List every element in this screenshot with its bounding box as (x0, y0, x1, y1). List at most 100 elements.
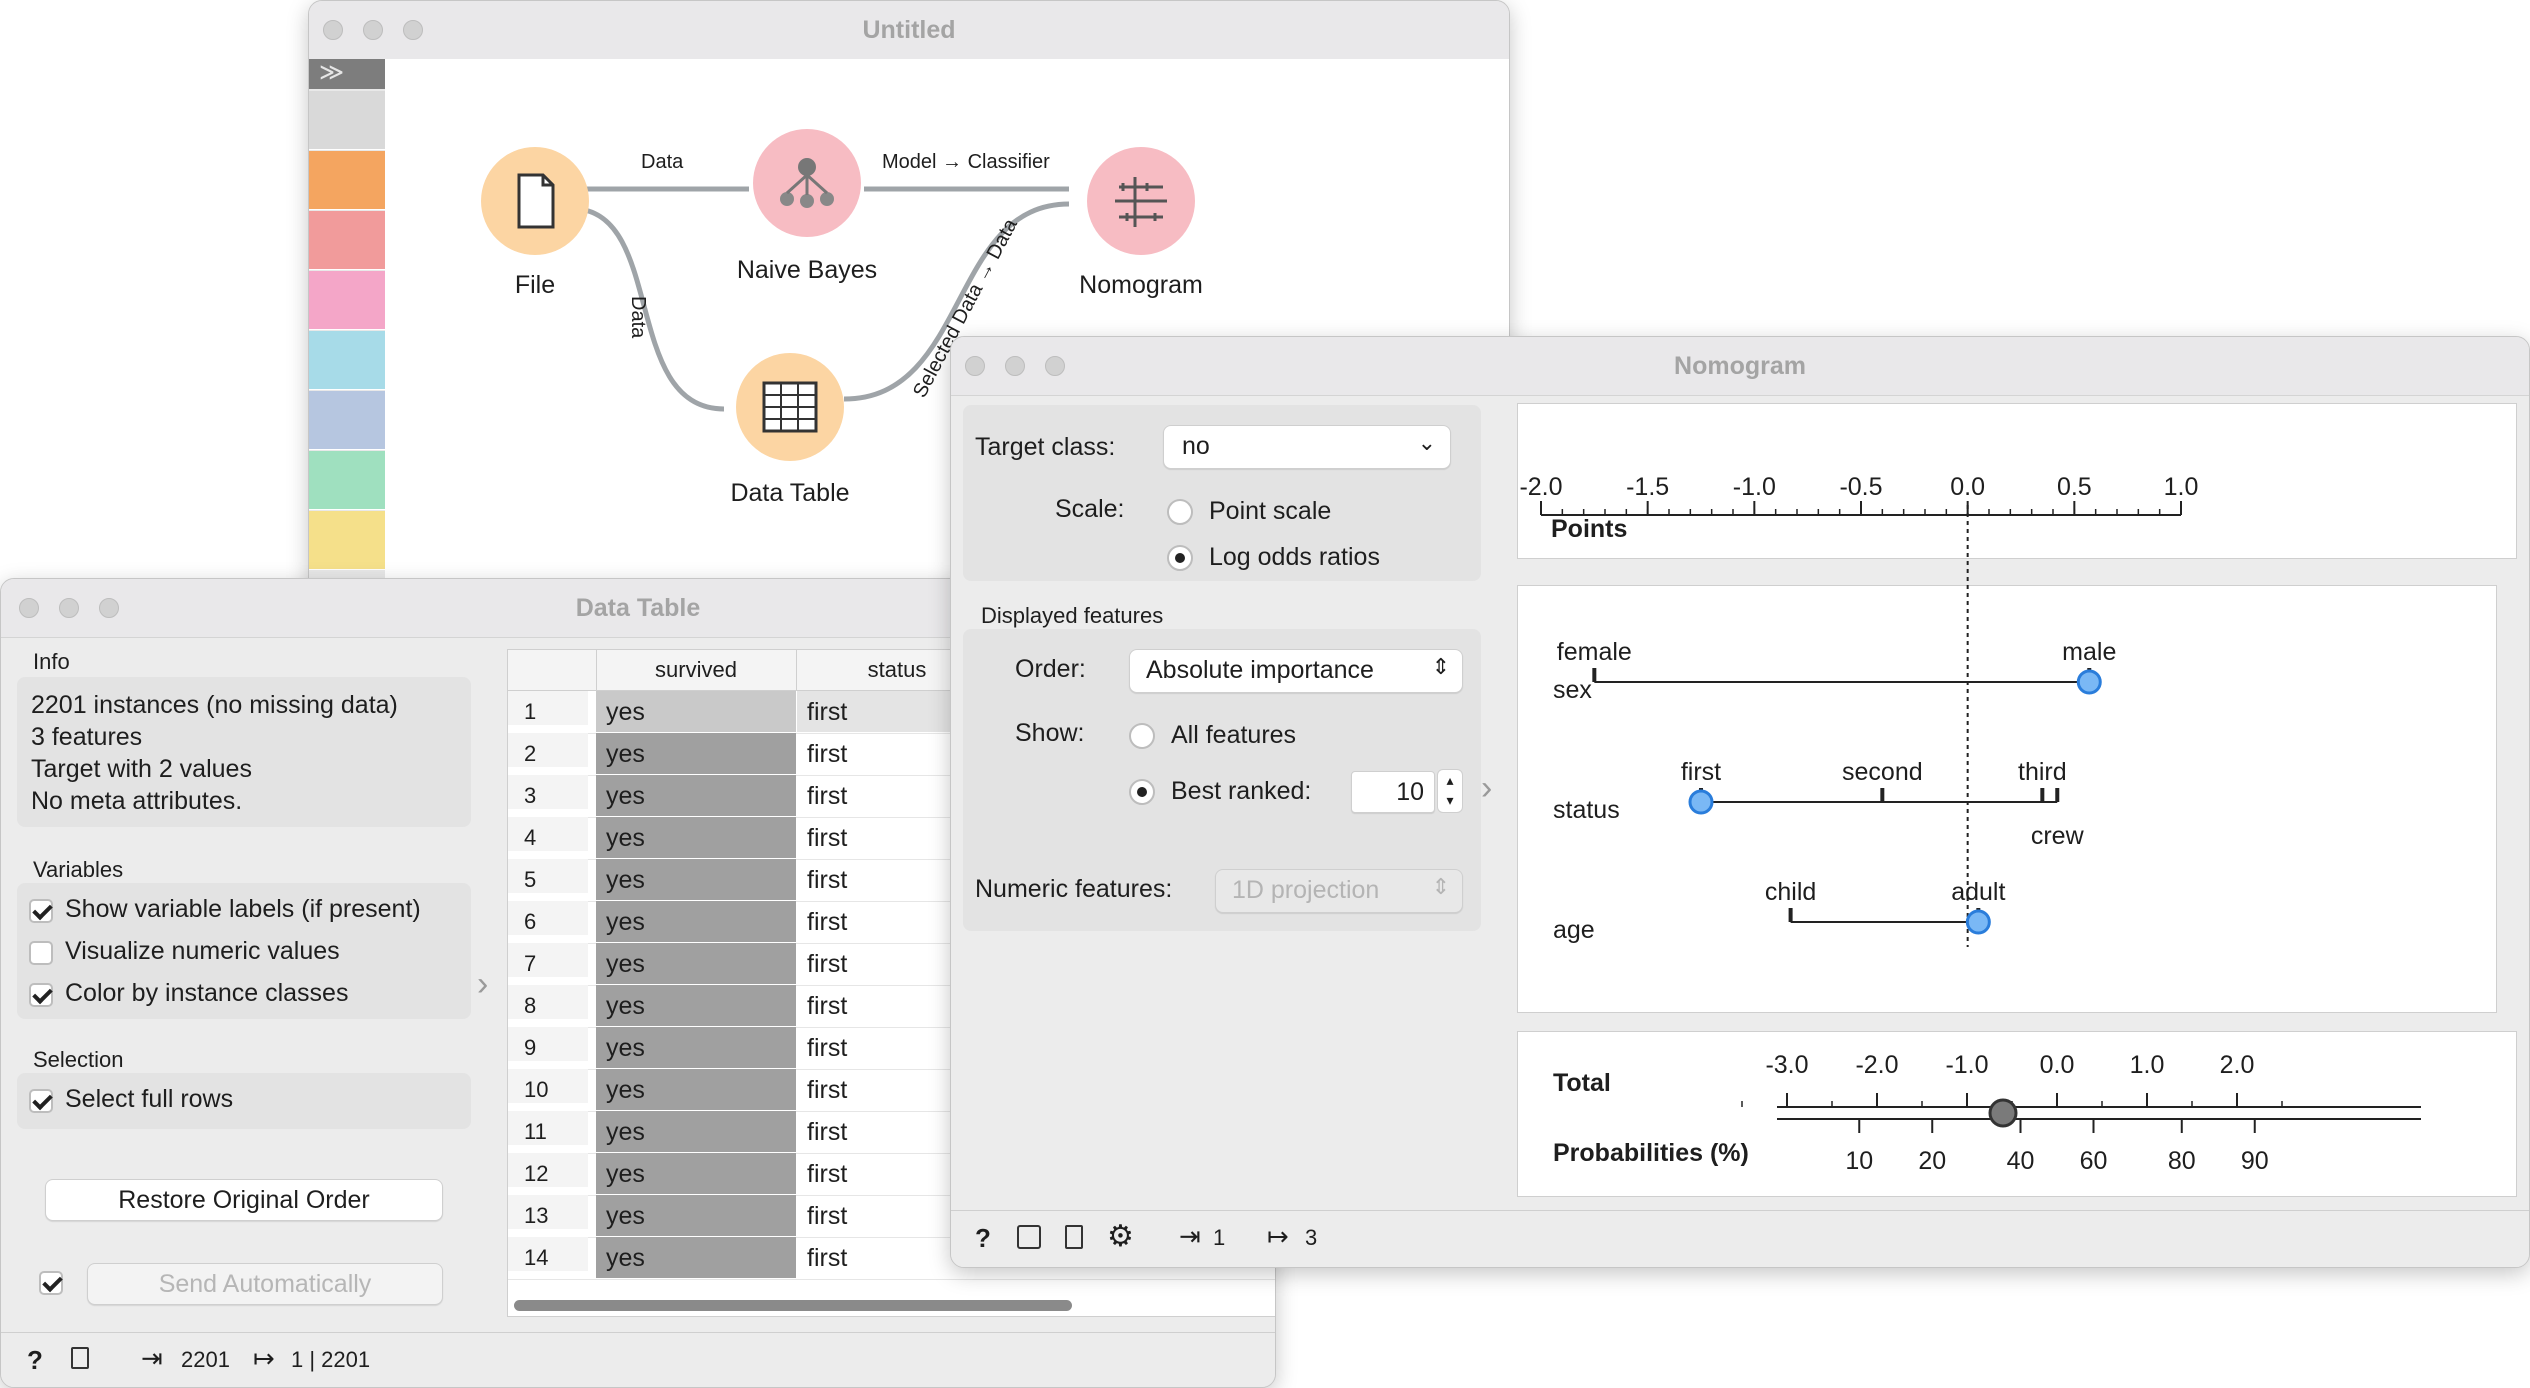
log-odds-radio[interactable] (1167, 545, 1193, 571)
horizontal-scrollbar[interactable] (514, 1300, 1072, 1311)
order-value: Absolute importance (1146, 656, 1374, 684)
cell-survived[interactable]: yes (596, 1195, 796, 1236)
visualize-checkbox[interactable] (29, 941, 53, 965)
row-number[interactable]: 6 (508, 901, 588, 935)
data-table-statusbar: ? ⇥ 2201 ↦ 1 | 2201 (1, 1332, 1275, 1387)
full-rows-option: Select full rows (65, 1085, 234, 1113)
link-label-file-table[interactable]: Data (626, 296, 649, 338)
chevron-right-icon[interactable]: › (1481, 769, 1492, 808)
spin-arrows-icon[interactable]: ▴ ▾ (1437, 769, 1463, 813)
canvas-title: Untitled (862, 16, 956, 44)
row-number[interactable]: 11 (508, 1111, 588, 1145)
row-number[interactable]: 12 (508, 1153, 588, 1187)
row-number[interactable]: 5 (508, 859, 588, 893)
file-label: File (514, 271, 556, 299)
chevron-down-icon: ⌄ (1417, 430, 1436, 455)
order-label: Order: (1015, 655, 1086, 683)
output-count: 3 (1305, 1225, 1318, 1250)
save-icon[interactable] (1017, 1225, 1041, 1249)
input-icon: ⇥ (141, 1343, 163, 1373)
row-number[interactable]: 2 (508, 733, 588, 767)
row-number[interactable]: 10 (508, 1069, 588, 1103)
nomogram-title: Nomogram (1674, 352, 1806, 380)
nomogram-label: Nomogram (1079, 271, 1203, 299)
cell-survived[interactable]: yes (596, 775, 796, 816)
point-scale-option: Point scale (1209, 497, 1332, 525)
target-class-label: Target class: (975, 433, 1116, 461)
target-class-select[interactable]: no ⌄ (1163, 425, 1451, 469)
row-number[interactable]: 7 (508, 943, 588, 977)
nomogram-widget[interactable] (1087, 147, 1195, 255)
cell-survived[interactable]: yes (596, 1111, 796, 1152)
naive-bayes-widget[interactable] (753, 129, 861, 237)
cell-survived[interactable]: yes (596, 901, 796, 942)
info-line: Target with 2 values (31, 755, 252, 783)
order-select[interactable]: Absolute importance ⇕ (1129, 649, 1463, 693)
chevron-right-icon[interactable]: › (477, 965, 488, 1004)
report-icon[interactable] (1065, 1225, 1083, 1249)
link-label-nb-nomo[interactable]: Model → Classifier (882, 151, 1050, 174)
send-automatically-button[interactable]: Send Automatically (87, 1263, 443, 1305)
variables-box: Show variable labels (if present) Visual… (17, 883, 471, 1019)
info-line: No meta attributes. (31, 787, 243, 815)
numeric-features-label: Numeric features: (975, 875, 1173, 903)
row-number[interactable]: 9 (508, 1027, 588, 1061)
full-rows-checkbox[interactable] (29, 1089, 53, 1113)
numeric-features-select[interactable]: 1D projection ⇕ (1215, 869, 1463, 913)
help-icon[interactable]: ? (27, 1345, 43, 1376)
file-widget[interactable] (481, 147, 589, 255)
column-header-survived[interactable]: survived (596, 650, 797, 690)
row-number[interactable]: 4 (508, 817, 588, 851)
file-icon (517, 173, 555, 229)
cell-survived[interactable]: yes (596, 733, 796, 774)
help-icon[interactable]: ? (975, 1223, 991, 1254)
best-ranked-spinbox[interactable]: 10 (1351, 771, 1435, 813)
info-header: Info (33, 649, 70, 674)
gear-icon[interactable]: ⚙ (1107, 1219, 1134, 1254)
auto-send-checkbox[interactable] (39, 1271, 63, 1295)
row-number[interactable]: 1 (508, 691, 588, 725)
nomogram-icon (1115, 177, 1167, 227)
cell-survived[interactable]: yes (596, 1069, 796, 1110)
nomogram-titlebar: Nomogram (951, 337, 2529, 396)
row-number[interactable]: 3 (508, 775, 588, 809)
cell-survived[interactable]: yes (596, 859, 796, 900)
info-box: 2201 instances (no missing data) 3 featur… (17, 677, 471, 827)
link-label-file-nb[interactable]: Data (641, 151, 683, 174)
output-count: 1 | 2201 (291, 1347, 371, 1372)
link-file-table (578, 206, 725, 412)
info-lines: 2201 instances (no missing data) 3 featur… (31, 689, 398, 817)
restore-order-button[interactable]: Restore Original Order (45, 1179, 443, 1221)
data-table-widget[interactable] (736, 353, 844, 461)
labels-checkbox[interactable] (29, 899, 53, 923)
output-icon: ↦ (1267, 1221, 1289, 1251)
row-number[interactable]: 14 (508, 1237, 588, 1271)
row-number[interactable]: 13 (508, 1195, 588, 1229)
row-number[interactable]: 8 (508, 985, 588, 1019)
cell-survived[interactable]: yes (596, 1153, 796, 1194)
target-class-value: no (1182, 432, 1210, 460)
point-scale-radio[interactable] (1167, 499, 1193, 525)
best-ranked-radio[interactable] (1129, 779, 1155, 805)
log-odds-option: Log odds ratios (1209, 543, 1380, 571)
cell-survived[interactable]: yes (596, 817, 796, 858)
cell-survived[interactable]: yes (596, 985, 796, 1026)
report-icon[interactable] (71, 1347, 89, 1369)
cell-survived[interactable]: yes (596, 1027, 796, 1068)
table-icon (762, 381, 818, 433)
cell-survived[interactable]: yes (596, 1237, 796, 1278)
canvas-titlebar: Untitled (309, 1, 1509, 60)
scale-label: Scale: (1055, 495, 1125, 523)
nomogram-window: Nomogram Target class: no ⌄ Scale: Point… (950, 336, 2530, 1268)
target-scale-box: Target class: no ⌄ Scale: Point scale Lo… (963, 405, 1481, 581)
displayed-features-header: Displayed features (981, 603, 1164, 628)
numeric-features-value: 1D projection (1232, 876, 1380, 904)
selection-box: Select full rows (17, 1073, 471, 1129)
corner-cell[interactable] (508, 650, 597, 690)
cell-survived[interactable]: yes (596, 691, 796, 732)
all-features-radio[interactable] (1129, 723, 1155, 749)
all-features-option: All features (1171, 721, 1297, 749)
color-checkbox[interactable] (29, 983, 53, 1007)
cell-survived[interactable]: yes (596, 943, 796, 984)
output-icon: ↦ (253, 1343, 275, 1373)
